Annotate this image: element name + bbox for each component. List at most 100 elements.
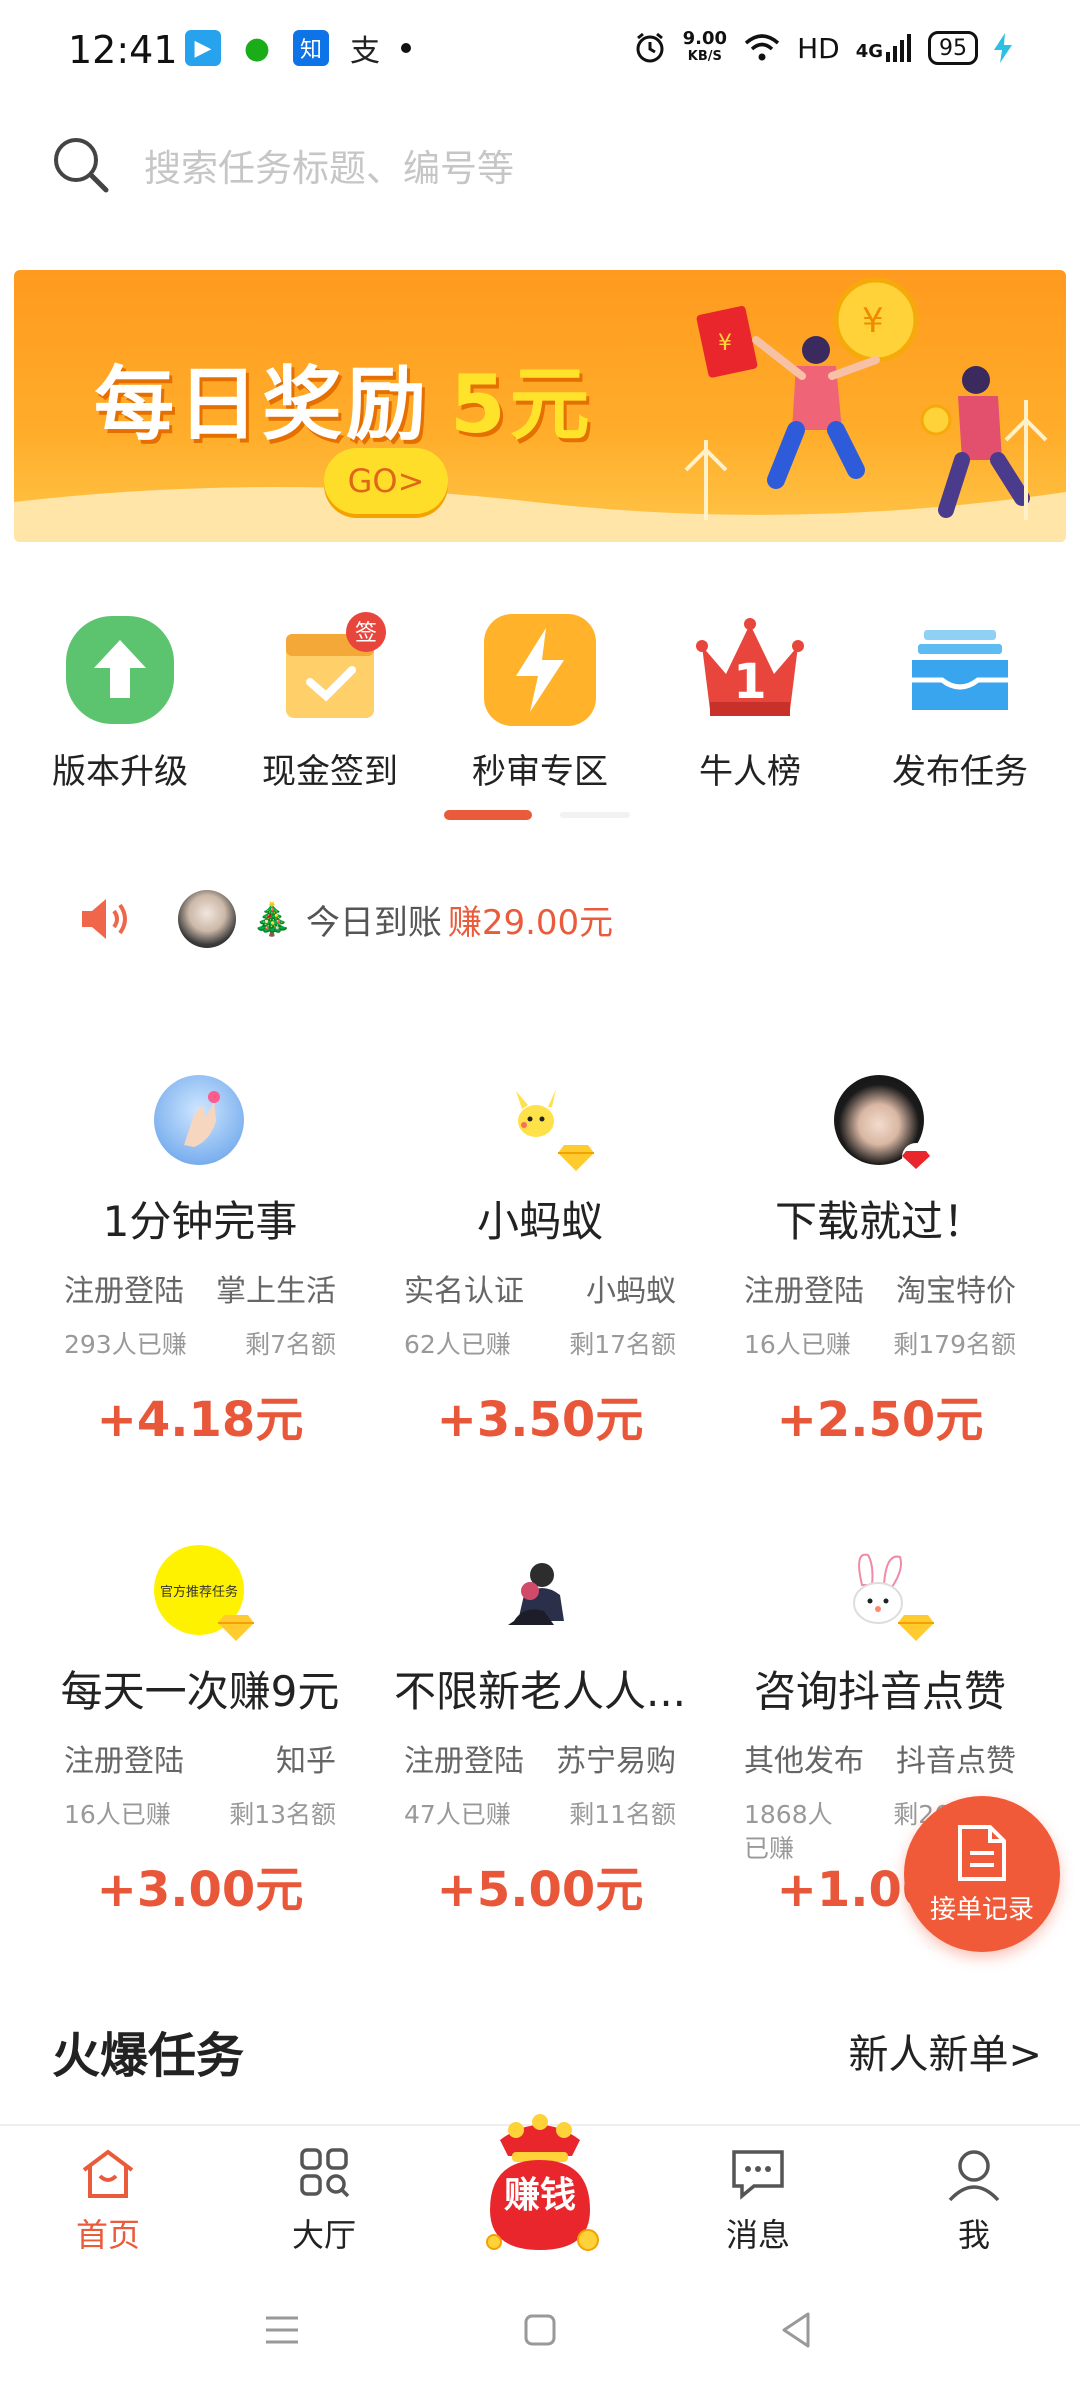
avatar: 官方推荐任务 bbox=[154, 1545, 254, 1641]
search-icon bbox=[54, 138, 109, 193]
task-tag: 注册登陆 bbox=[404, 1744, 524, 1779]
tab-hall[interactable]: 大厅 bbox=[254, 2146, 394, 2256]
status-app-icons: ▶ ● 知 支 bbox=[185, 30, 411, 69]
task-tags: 注册登陆 掌上生活 bbox=[64, 1266, 336, 1310]
document-icon bbox=[958, 1824, 1006, 1881]
avatar bbox=[178, 890, 236, 948]
hot-tasks-header: 火爆任务 新人新单> bbox=[52, 2016, 1042, 2086]
task-card[interactable]: 下载就过！ 注册登陆 淘宝特价 16人已赚 剩179名额 +2.50元 bbox=[710, 1060, 1050, 1460]
task-tag: 注册登陆 bbox=[64, 1274, 184, 1309]
avatar-text: 官方推荐任务 bbox=[159, 1584, 238, 1600]
task-card[interactable]: 1分钟完事 注册登陆 掌上生活 293人已赚 剩7名额 +4.18元 bbox=[30, 1060, 370, 1460]
battery-indicator: 95 bbox=[928, 31, 978, 65]
quick-nav: 版本升级 签 现金签到 秒审专区 1 牛人榜 发布任务 bbox=[20, 610, 1060, 800]
task-tags: 其他发布 抖音点赞 bbox=[744, 1736, 1016, 1780]
quick-nav-label: 牛人榜 bbox=[699, 752, 801, 792]
quick-nav-page-indicator bbox=[444, 810, 532, 820]
profile-icon bbox=[948, 2150, 1000, 2202]
banner-title-text: 每日奖励 bbox=[94, 358, 430, 451]
task-price: +5.00元 bbox=[436, 1862, 644, 1918]
wechat-icon: ● bbox=[239, 30, 275, 66]
notification-dot-icon bbox=[401, 43, 411, 53]
notice-text: 今日到账 bbox=[305, 902, 442, 943]
task-tag: 其他发布 bbox=[744, 1744, 864, 1779]
quick-nav-sign-in[interactable]: 签 现金签到 bbox=[230, 610, 430, 800]
banner-amount: 5元 bbox=[450, 358, 594, 451]
task-card[interactable]: 小蚂蚁 实名认证 小蚂蚁 62人已赚 剩17名额 +3.50元 bbox=[370, 1060, 710, 1460]
task-tag: 掌上生活 bbox=[216, 1274, 336, 1309]
lightning-icon bbox=[484, 614, 596, 726]
diamond-badge-icon bbox=[898, 1615, 934, 1641]
task-tags: 注册登陆 知乎 bbox=[64, 1736, 336, 1780]
task-tags: 注册登陆 苏宁易购 bbox=[404, 1736, 676, 1780]
video-app-icon: ▶ bbox=[185, 30, 221, 66]
banner-title: 每日奖励 5元 bbox=[94, 340, 594, 456]
tab-messages[interactable]: 消息 bbox=[688, 2146, 828, 2256]
inbox-publish-icon bbox=[912, 630, 1008, 710]
task-tags: 实名认证 小蚂蚁 bbox=[404, 1266, 676, 1310]
tab-profile[interactable]: 我 bbox=[904, 2146, 1044, 2256]
network-speed: 9.00 KB/S bbox=[683, 30, 727, 66]
task-remaining: 剩13名额 bbox=[229, 1800, 336, 1829]
quick-nav-ranking[interactable]: 1 牛人榜 bbox=[650, 610, 850, 800]
task-price: +2.50元 bbox=[776, 1392, 984, 1448]
task-tag: 注册登陆 bbox=[744, 1274, 864, 1309]
task-earned: 47人已赚 bbox=[404, 1800, 511, 1829]
quick-nav-upgrade[interactable]: 版本升级 bbox=[20, 610, 220, 800]
new-user-orders-link[interactable]: 新人新单> bbox=[848, 2022, 1042, 2080]
message-icon bbox=[732, 2150, 784, 2200]
quick-nav-label: 发布任务 bbox=[892, 752, 1028, 792]
banner-go-button[interactable]: GO> bbox=[324, 448, 448, 514]
quick-nav-publish[interactable]: 发布任务 bbox=[860, 610, 1060, 800]
search-bar[interactable]: 搜索任务标题、编号等 bbox=[50, 130, 1030, 200]
system-nav-bar bbox=[0, 2290, 1080, 2380]
task-meta: 62人已赚 剩17名额 bbox=[404, 1328, 676, 1362]
avatar bbox=[494, 1545, 584, 1635]
home-square-icon[interactable] bbox=[520, 2310, 560, 2350]
task-card[interactable]: 不限新老人人... 注册登陆 苏宁易购 47人已赚 剩11名额 +5.00元 bbox=[370, 1530, 710, 1930]
status-bar: 12:41 ▶ ● 知 支 9.00 KB/S HD 4G 95 bbox=[0, 0, 1080, 100]
alipay-icon: 支 bbox=[347, 30, 383, 69]
task-tag: 苏宁易购 bbox=[556, 1744, 676, 1779]
task-card[interactable]: 官方推荐任务 每天一次赚9元 注册登陆 知乎 16人已赚 剩13名额 +3.00元 bbox=[30, 1530, 370, 1930]
sign-in-calendar-icon: 签 bbox=[286, 612, 386, 718]
task-remaining: 剩179名额 bbox=[893, 1330, 1016, 1359]
speed-value: 9.00 bbox=[682, 28, 728, 49]
menu-icon[interactable] bbox=[262, 2310, 302, 2350]
quick-nav-fast-review[interactable]: 秒审专区 bbox=[440, 610, 640, 800]
task-price: +3.00元 bbox=[96, 1862, 304, 1918]
section-title: 火爆任务 bbox=[52, 2028, 245, 2084]
search-input[interactable]: 搜索任务标题、编号等 bbox=[144, 138, 514, 192]
tab-label: 大厅 bbox=[291, 2216, 356, 2254]
order-record-button[interactable]: 接单记录 bbox=[904, 1796, 1060, 1952]
signal-icon bbox=[886, 34, 911, 62]
task-tag: 知乎 bbox=[276, 1744, 336, 1779]
speaker-icon bbox=[82, 899, 127, 939]
task-remaining: 剩17名额 bbox=[569, 1330, 676, 1359]
network-label: 4G bbox=[855, 41, 883, 62]
hd-indicator: HD bbox=[797, 31, 840, 65]
task-price: +3.50元 bbox=[436, 1392, 644, 1448]
charging-icon bbox=[994, 33, 1012, 63]
task-title: 咨询抖音点赞 bbox=[753, 1667, 1006, 1716]
task-title: 每天一次赚9元 bbox=[60, 1667, 340, 1716]
quick-nav-label: 秒审专区 bbox=[472, 752, 608, 792]
speed-unit: KB/S bbox=[687, 49, 722, 64]
upgrade-icon bbox=[66, 616, 174, 724]
ranking-badge: 1 bbox=[733, 654, 766, 710]
quick-nav-label: 现金签到 bbox=[262, 752, 398, 792]
alarm-icon bbox=[636, 32, 664, 63]
svg-text:¥: ¥ bbox=[718, 331, 732, 356]
sign-in-badge: 签 bbox=[355, 621, 377, 646]
daily-reward-banner[interactable]: 每日奖励 5元 GO> ¥ ¥ bbox=[14, 270, 1066, 542]
home-icon bbox=[82, 2149, 134, 2198]
avatar bbox=[154, 1075, 244, 1165]
hand-icon bbox=[184, 1091, 220, 1147]
task-earned: 16人已赚 bbox=[744, 1330, 851, 1359]
tab-earn-money[interactable]: 赚钱 bbox=[460, 2100, 620, 2270]
tree-icon: 🎄 bbox=[252, 900, 292, 938]
banner-illustration: ¥ ¥ bbox=[684, 277, 1048, 520]
back-icon[interactable] bbox=[776, 2310, 816, 2350]
tab-home[interactable]: 首页 bbox=[38, 2146, 178, 2256]
tab-label: 消息 bbox=[725, 2216, 790, 2254]
